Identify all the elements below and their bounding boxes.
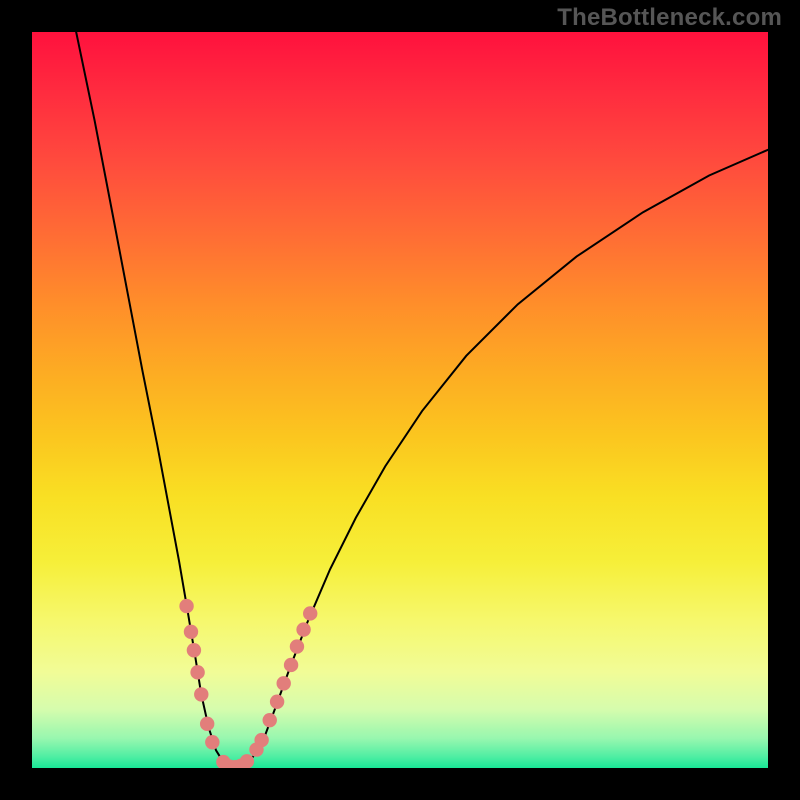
- marker-point: [200, 717, 214, 731]
- marker-point: [270, 695, 284, 709]
- chart-frame: TheBottleneck.com: [0, 0, 800, 800]
- marker-point: [194, 687, 208, 701]
- marker-point: [263, 713, 277, 727]
- marker-point: [284, 658, 298, 672]
- marker-point: [179, 599, 193, 613]
- watermark-text: TheBottleneck.com: [557, 4, 782, 32]
- marker-point: [277, 676, 291, 690]
- curve-right: [234, 150, 768, 768]
- marker-point: [240, 754, 254, 768]
- plot-area: [32, 32, 768, 768]
- marker-point: [187, 643, 201, 657]
- curve-left: [76, 32, 234, 768]
- marker-point: [184, 625, 198, 639]
- marker-point: [254, 733, 268, 747]
- marker-point: [296, 622, 310, 636]
- marker-point: [190, 665, 204, 679]
- marker-point: [205, 735, 219, 749]
- marker-point: [290, 639, 304, 653]
- chart-svg: [32, 32, 768, 768]
- marker-point: [303, 606, 317, 620]
